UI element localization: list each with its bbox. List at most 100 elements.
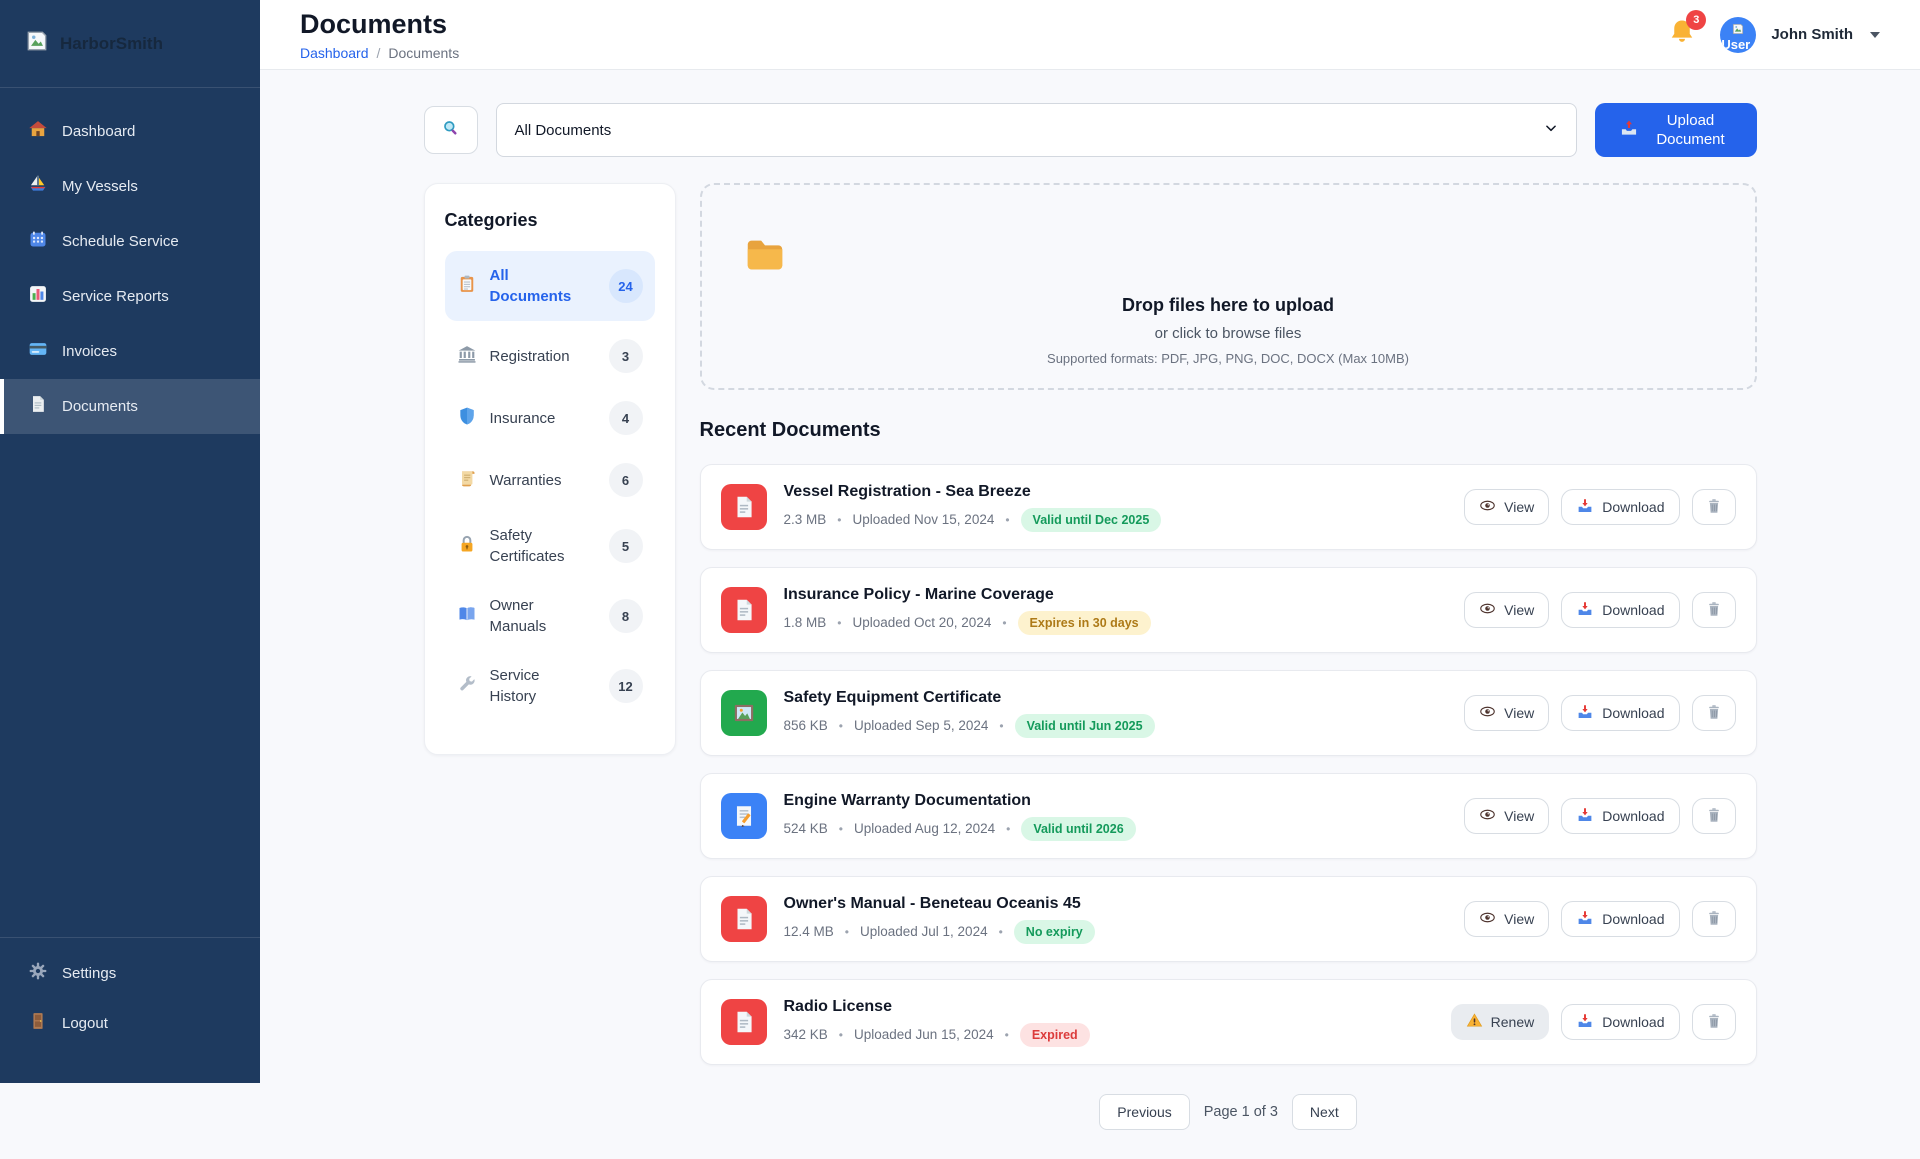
previous-page-button[interactable]: Previous (1099, 1094, 1189, 1130)
sidebar-item-label: Invoices (62, 343, 117, 360)
download-button[interactable]: Download (1561, 592, 1679, 628)
document-row: Safety Equipment Certificate 856 KB • Up… (700, 670, 1757, 756)
eye-icon (1479, 806, 1496, 826)
renew-button[interactable]: Renew (1451, 1004, 1550, 1040)
document-row: Engine Warranty Documentation 524 KB • U… (700, 773, 1757, 859)
next-page-button[interactable]: Next (1292, 1094, 1357, 1130)
delete-button[interactable] (1692, 901, 1736, 937)
document-name: Vessel Registration - Sea Breeze (784, 483, 1162, 501)
download-button[interactable]: Download (1561, 489, 1679, 525)
app-logo: HarborSmith (0, 0, 260, 88)
category-warranties[interactable]: Warranties 6 (445, 453, 655, 507)
delete-button[interactable] (1692, 1004, 1736, 1040)
view-button[interactable]: View (1464, 489, 1549, 525)
sidebar-item-documents[interactable]: Documents (0, 379, 260, 434)
sidebar-item-label: Settings (62, 965, 116, 982)
category-owner-manuals[interactable]: Owner Manuals 8 (445, 585, 655, 647)
category-insurance[interactable]: Insurance 4 (445, 391, 655, 445)
view-button[interactable]: View (1464, 592, 1549, 628)
category-safety-certificates[interactable]: Safety Certificates 5 (445, 515, 655, 577)
document-info: Engine Warranty Documentation 524 KB • U… (784, 792, 1136, 841)
view-button-label: View (1504, 911, 1534, 927)
notifications-button[interactable]: 3 (1667, 17, 1697, 52)
inbox-tray-icon (1576, 806, 1594, 827)
document-uploaded: Uploaded Nov 15, 2024 (852, 512, 994, 527)
category-label: Insurance (490, 408, 586, 429)
document-actions: View Download (1464, 489, 1735, 525)
document-size: 524 KB (784, 821, 828, 836)
toolbar: All Documents Upload Document (424, 103, 1757, 157)
category-label: All Documents (490, 265, 586, 307)
document-actions: View Download (1464, 798, 1735, 834)
shield-icon (457, 406, 477, 431)
category-registration[interactable]: Registration 3 (445, 329, 655, 383)
avatar-alt-text: User (1721, 37, 1750, 52)
memo-file-icon (721, 793, 767, 839)
documents-column: Drop files here to upload or click to br… (700, 183, 1757, 1130)
meta-separator: • (999, 925, 1003, 939)
delete-button[interactable] (1692, 695, 1736, 731)
view-button[interactable]: View (1464, 798, 1549, 834)
document-uploaded: Uploaded Jun 15, 2024 (854, 1027, 994, 1042)
sidebar-item-label: Dashboard (62, 123, 135, 140)
lock-icon (457, 534, 477, 559)
document-size: 856 KB (784, 718, 828, 733)
document-actions: View Download (1464, 592, 1735, 628)
search-button[interactable] (424, 106, 478, 154)
document-filter-select[interactable]: All Documents (496, 103, 1577, 157)
download-button-label: Download (1602, 602, 1664, 618)
view-button[interactable]: View (1464, 695, 1549, 731)
sailboat-icon (28, 174, 48, 199)
view-button[interactable]: View (1464, 901, 1549, 937)
chevron-down-icon[interactable] (1870, 32, 1880, 38)
status-badge: Expires in 30 days (1018, 611, 1151, 635)
page-title: Documents (300, 9, 459, 40)
status-badge: Valid until Dec 2025 (1021, 508, 1162, 532)
download-button[interactable]: Download (1561, 1004, 1679, 1040)
download-button[interactable]: Download (1561, 695, 1679, 731)
category-label: Safety Certificates (490, 525, 586, 567)
outbox-tray-icon (1619, 118, 1639, 142)
category-service-history[interactable]: Service History 12 (445, 655, 655, 717)
avatar[interactable]: User (1720, 17, 1756, 53)
inbox-tray-icon (1576, 600, 1594, 621)
clipboard-icon (457, 274, 477, 299)
sidebar-item-dashboard[interactable]: Dashboard (0, 104, 260, 159)
category-count-badge: 3 (609, 339, 643, 373)
sidebar-item-invoices[interactable]: Invoices (0, 324, 260, 379)
pdf-file-icon (721, 484, 767, 530)
sidebar-item-settings[interactable]: Settings (0, 948, 260, 998)
file-dropzone[interactable]: Drop files here to upload or click to br… (700, 183, 1757, 390)
trash-icon (1705, 1012, 1723, 1033)
delete-button[interactable] (1692, 489, 1736, 525)
document-row: Vessel Registration - Sea Breeze 2.3 MB … (700, 464, 1757, 550)
header-actions: 3 User John Smith (1667, 17, 1880, 53)
categories-panel: Categories All Documents 24 Registration… (424, 183, 676, 755)
trash-icon (1705, 497, 1723, 518)
sidebar-item-logout[interactable]: Logout (0, 998, 260, 1048)
eye-icon (1479, 497, 1496, 517)
delete-button[interactable] (1692, 798, 1736, 834)
category-all-documents[interactable]: All Documents 24 (445, 251, 655, 321)
meta-separator: • (837, 616, 841, 630)
meta-separator: • (839, 719, 843, 733)
sidebar-item-service-reports[interactable]: Service Reports (0, 269, 260, 324)
sidebar-item-label: Service Reports (62, 288, 169, 305)
download-button[interactable]: Download (1561, 901, 1679, 937)
dropzone-formats: Supported formats: PDF, JPG, PNG, DOC, D… (702, 351, 1755, 366)
category-label: Warranties (490, 470, 586, 491)
upload-document-button[interactable]: Upload Document (1595, 103, 1757, 157)
sidebar-item-schedule-service[interactable]: Schedule Service (0, 214, 260, 269)
download-button[interactable]: Download (1561, 798, 1679, 834)
eye-icon (1479, 909, 1496, 929)
breadcrumb-dashboard-link[interactable]: Dashboard (300, 45, 369, 61)
notification-count-badge: 3 (1686, 10, 1706, 30)
bar-chart-icon (28, 284, 48, 309)
sidebar-item-my-vessels[interactable]: My Vessels (0, 159, 260, 214)
trash-icon (1705, 703, 1723, 724)
inbox-tray-icon (1576, 703, 1594, 724)
delete-button[interactable] (1692, 592, 1736, 628)
status-badge: Expired (1020, 1023, 1090, 1047)
eye-icon (1479, 703, 1496, 723)
document-size: 2.3 MB (784, 512, 827, 527)
